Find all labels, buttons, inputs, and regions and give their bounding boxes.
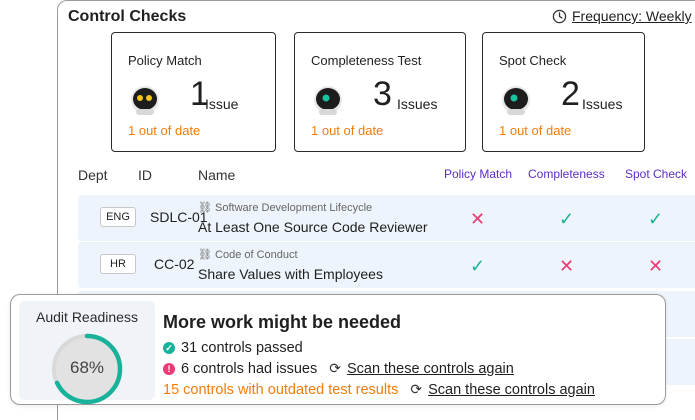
link-icon: ⛓ <box>198 202 212 214</box>
issues-text: 6 controls had issues <box>181 360 318 377</box>
completeness-test-card[interactable]: Completeness Test 3 Issues 1 out of date <box>294 32 466 152</box>
refresh-icon[interactable]: ⟳ <box>410 381 422 398</box>
robot-icon <box>502 86 530 115</box>
column-header-dept[interactable]: Dept <box>78 167 108 183</box>
card-title: Spot Check <box>499 53 567 68</box>
card-unit: Issue <box>205 96 239 112</box>
dept-badge: HR <box>100 254 136 274</box>
column-header-completeness[interactable]: Completeness <box>528 167 605 181</box>
audit-heading: More work might be needed <box>163 312 402 332</box>
column-header-policy-match[interactable]: Policy Match <box>444 167 512 181</box>
control-category-label: Code of Conduct <box>215 249 298 261</box>
policy-match-card[interactable]: Policy Match 1 Issue 1 out of date <box>111 32 276 152</box>
issues-line: ! 6 controls had issues ⟳ Scan these con… <box>163 360 514 377</box>
card-title: Completeness Test <box>311 53 422 68</box>
dept-badge: ENG <box>100 207 136 227</box>
table-row[interactable]: HR CC-02 ⛓ Code of Conduct Share Values … <box>78 242 695 288</box>
pass-icon: ✓ <box>648 209 664 229</box>
column-header-id[interactable]: ID <box>138 167 152 183</box>
card-count: 2 <box>561 75 580 113</box>
card-unit: Issues <box>582 96 623 112</box>
audit-readiness-gauge-box: Audit Readiness 68% <box>19 301 155 405</box>
panel-title: Control Checks <box>68 8 187 25</box>
alert-circle-icon: ! <box>163 362 175 375</box>
scan-again-link-2[interactable]: Scan these controls again <box>428 382 595 398</box>
audit-readiness-title: Audit Readiness <box>36 309 138 325</box>
robot-icon <box>314 86 342 115</box>
clock-icon <box>552 9 567 23</box>
fail-icon: ✕ <box>648 256 664 276</box>
link-icon: ⛓ <box>198 249 212 261</box>
frequency-label: Frequency: Weekly <box>572 8 692 24</box>
control-category: ⛓ Code of Conduct <box>198 248 298 261</box>
card-count: 3 <box>373 75 392 113</box>
card-stale-text: 1 out of date <box>499 123 572 138</box>
control-id: CC-02 <box>154 256 195 272</box>
card-stale-text: 1 out of date <box>128 123 201 138</box>
fail-icon: ✕ <box>470 209 486 229</box>
card-stale-text: 1 out of date <box>311 123 384 138</box>
table-row[interactable]: ENG SDLC-01 ⛓ Software Development Lifec… <box>78 195 695 241</box>
column-header-name[interactable]: Name <box>198 167 235 183</box>
check-circle-icon: ✓ <box>163 342 175 354</box>
control-category: ⛓ Software Development Lifecycle <box>198 201 372 214</box>
refresh-icon[interactable]: ⟳ <box>329 360 341 377</box>
passed-text: 31 controls passed <box>181 340 303 356</box>
scan-again-link[interactable]: Scan these controls again <box>347 361 514 377</box>
card-title: Policy Match <box>128 53 202 68</box>
outdated-text: 15 controls with outdated test results <box>163 381 399 398</box>
control-category-label: Software Development Lifecycle <box>215 202 373 214</box>
audit-readiness-card: Audit Readiness 68% More work might be n… <box>10 294 666 405</box>
readiness-percent: 68% <box>69 358 105 377</box>
outdated-line: 15 controls with outdated test results ⟳… <box>163 381 595 398</box>
control-name: At Least One Source Code Reviewer <box>198 219 428 235</box>
pass-icon: ✓ <box>559 209 575 229</box>
card-unit: Issues <box>397 96 438 112</box>
passed-line: ✓ 31 controls passed <box>163 340 303 356</box>
frequency-link[interactable]: Frequency: Weekly <box>552 8 692 24</box>
robot-icon <box>131 86 159 115</box>
control-name: Share Values with Employees <box>198 266 383 282</box>
fail-icon: ✕ <box>559 256 575 276</box>
column-header-spot-check[interactable]: Spot Check <box>625 167 687 181</box>
spot-check-card[interactable]: Spot Check 2 Issues 1 out of date <box>482 32 645 152</box>
pass-icon: ✓ <box>470 256 486 276</box>
